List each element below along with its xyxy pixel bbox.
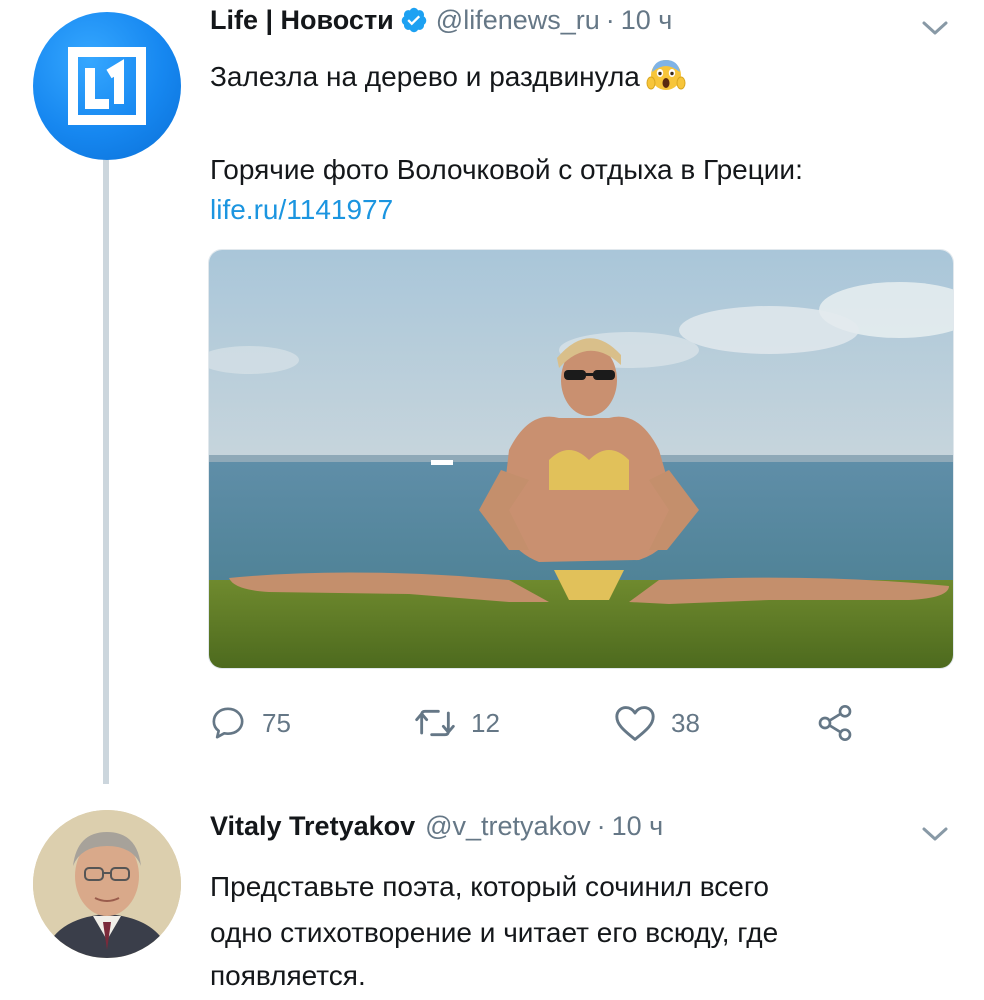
tweet1-text: Залезла на дерево и раздвинула: [210, 61, 640, 92]
photo-image: [209, 250, 953, 668]
heart-icon: [615, 706, 655, 741]
tweet1-header: Life | Новости @lifenews_ru · 10 ч: [210, 0, 672, 40]
author-name[interactable]: Vitaly Tretyakov: [210, 811, 415, 842]
tweet2-header: Vitaly Tretyakov @v_tretyakov · 10 ч: [210, 806, 663, 846]
share-button[interactable]: [813, 698, 871, 748]
tweet-time[interactable]: 10 ч: [612, 811, 664, 842]
tweet2-text-line3: появляется.: [210, 960, 366, 991]
share-icon: [818, 705, 852, 741]
separator-dot: ·: [596, 810, 606, 841]
reply-button[interactable]: 75: [208, 698, 291, 748]
life-logo-icon: [68, 47, 146, 125]
twitter-thread: Life | Новости @lifenews_ru · 10 ч Залез…: [0, 0, 984, 1000]
life-avatar[interactable]: [33, 12, 181, 160]
vitaly-tretyakov-avatar[interactable]: [33, 810, 181, 958]
reply-icon: [212, 707, 244, 739]
tweet2-text-line2: одно стихотворение и читает его всюду, г…: [210, 917, 779, 948]
tweet2-text-line1: Представьте поэта, который сочинил всего: [210, 871, 770, 902]
avatar-photo: [33, 810, 181, 958]
retweet-button[interactable]: 12: [413, 698, 500, 748]
tweet1-actions: 75 12 38: [208, 698, 888, 748]
tweet-time[interactable]: 10 ч: [621, 5, 673, 36]
tweet-photo[interactable]: [208, 249, 954, 669]
thread-connector: [103, 152, 109, 784]
author-handle[interactable]: @lifenews_ru: [436, 5, 600, 36]
tweet-link[interactable]: life.ru/1141977: [210, 190, 393, 230]
like-count: 38: [671, 707, 700, 738]
retweet-count: 12: [471, 707, 500, 738]
tweet1-text-line2: Горячие фото Волочковой с отдыха в Греци…: [210, 154, 803, 185]
scream-emoji-icon: [646, 60, 686, 90]
verified-badge-icon: [401, 7, 427, 33]
author-name[interactable]: Life | Новости: [210, 5, 394, 36]
tweet1-text-line1: Залезла на дерево и раздвинула: [210, 56, 686, 97]
like-button[interactable]: 38: [613, 698, 700, 748]
retweet-icon: [415, 709, 455, 737]
chevron-down-icon[interactable]: [920, 18, 950, 38]
author-handle[interactable]: @v_tretyakov: [425, 811, 590, 842]
reply-count: 75: [262, 707, 291, 738]
separator-dot: ·: [605, 4, 615, 35]
chevron-down-icon[interactable]: [920, 824, 950, 844]
